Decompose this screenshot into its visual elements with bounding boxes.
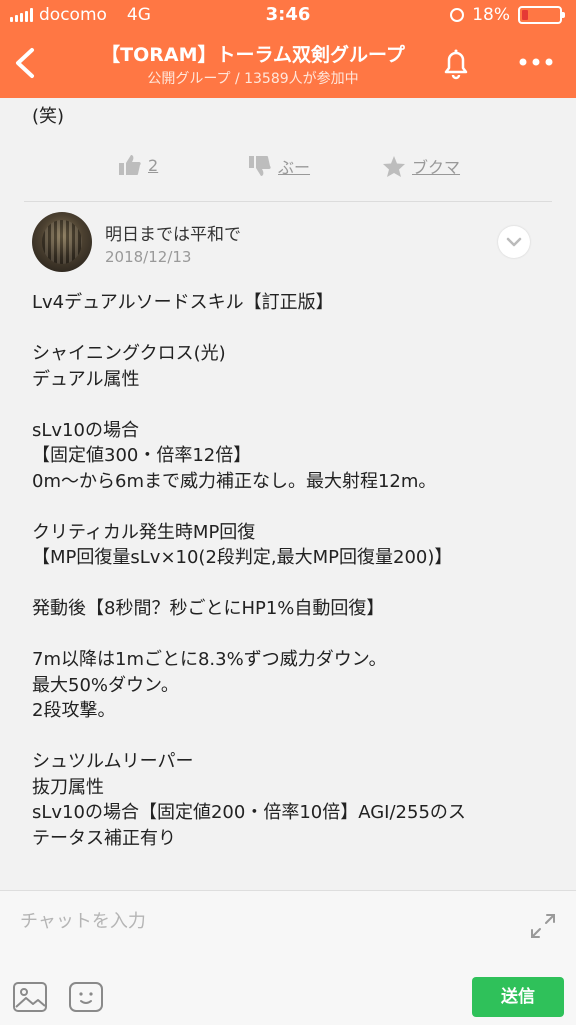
previous-post-text: (笑) [32, 106, 65, 127]
post-body-line: 0m〜から6mまで威力補正なし。最大射程12m。 [32, 470, 437, 492]
chat-input-bar: チャットを入力 送信 [0, 890, 576, 1025]
post-body-line: シャイニングクロス(光) [32, 343, 226, 364]
more-options-icon[interactable] [512, 50, 562, 74]
post-body-line: 【MP回復量sLv×10(2段判定,最大MP回復量200)】 [32, 547, 453, 568]
post-body-line: デュアル属性 [32, 368, 140, 390]
post-body-line: 抜刀属性 [32, 776, 104, 798]
post-body-line: テータス補正有り [32, 827, 176, 849]
post-body-line: 発動後【8秒間？秒ごとにHP1%自動回復】 [32, 598, 385, 619]
post-body-line [32, 724, 552, 750]
battery-icon [518, 6, 565, 24]
sticker-icon[interactable] [68, 981, 104, 1013]
post-body-line: sLv10の場合【固定値200・倍率10倍】AGI/255のス [32, 802, 466, 823]
like-count: 2 [148, 155, 159, 175]
bell-icon[interactable] [436, 44, 476, 84]
chat-input[interactable]: チャットを入力 [20, 907, 146, 933]
post-body-line [32, 494, 552, 520]
bookmark-button[interactable]: ブクマ [382, 154, 460, 178]
battery-percent: 18% [472, 5, 510, 25]
post-body: Lv4デュアルソードスキル【訂正版】 シャイニングクロス(光) デュアル属性 sLv1… [32, 290, 552, 851]
post-author[interactable]: 明日までは平和で [105, 220, 241, 245]
group-header: 【TORAM】トーラム双剣グループ 公開グループ / 13589人が参加中 [0, 30, 576, 98]
dislike-button[interactable]: ぶー [248, 154, 310, 178]
group-title: 【TORAM】トーラム双剣グループ [101, 44, 405, 66]
chevron-down-icon[interactable] [498, 226, 530, 258]
group-subtitle: 公開グループ / 13589人が参加中 [147, 71, 359, 87]
post-body-line: 最大50%ダウン。 [32, 674, 179, 696]
dislike-label: ぶー [278, 158, 311, 177]
thumbs-up-icon [119, 155, 141, 175]
avatar[interactable] [32, 212, 92, 272]
post-body-line: 7m以降は1mごとに8.3%ずつ威力ダウン。 [32, 649, 387, 670]
bookmark-label: ブクマ [412, 158, 461, 177]
status-bar: docomo 4G 3:46 18% [0, 0, 576, 30]
post-divider [24, 201, 552, 202]
battery-fill [522, 10, 528, 20]
chat-content[interactable]: (笑) 2 ぶー ブクマ 明日までは平和で 2018/12/13 Lv4デュアル… [0, 98, 576, 890]
top-area: docomo 4G 3:46 18% 【TORAM】トーラム双剣グループ 公開グ… [0, 0, 576, 98]
post-body-line [32, 392, 552, 418]
post-body-line [32, 571, 552, 597]
post-body-line: 【固定値300・倍率12倍】 [32, 445, 252, 466]
post-body-line [32, 622, 552, 648]
post-body-line [32, 316, 552, 342]
image-icon[interactable] [12, 981, 48, 1013]
send-button[interactable]: 送信 [472, 977, 564, 1017]
expand-icon[interactable] [526, 909, 560, 943]
post-date: 2018/12/13 [105, 248, 192, 266]
post-actions: 2 ぶー ブクマ [0, 154, 576, 184]
thumbs-down-icon [249, 156, 271, 176]
like-button[interactable]: 2 [118, 154, 158, 176]
post-body-line: Lv4デュアルソードスキル【訂正版】 [32, 292, 334, 313]
post-body-line: sLv10の場合 [32, 419, 139, 441]
back-arrow-icon[interactable] [8, 40, 48, 86]
star-icon [383, 155, 405, 177]
orientation-lock-icon [450, 8, 465, 22]
post-body-line: クリティカル発生時MP回復 [32, 521, 256, 543]
post-body-line: 2段攻撃。 [32, 700, 116, 721]
post-body-line: シュツルムリーパー [32, 751, 194, 772]
